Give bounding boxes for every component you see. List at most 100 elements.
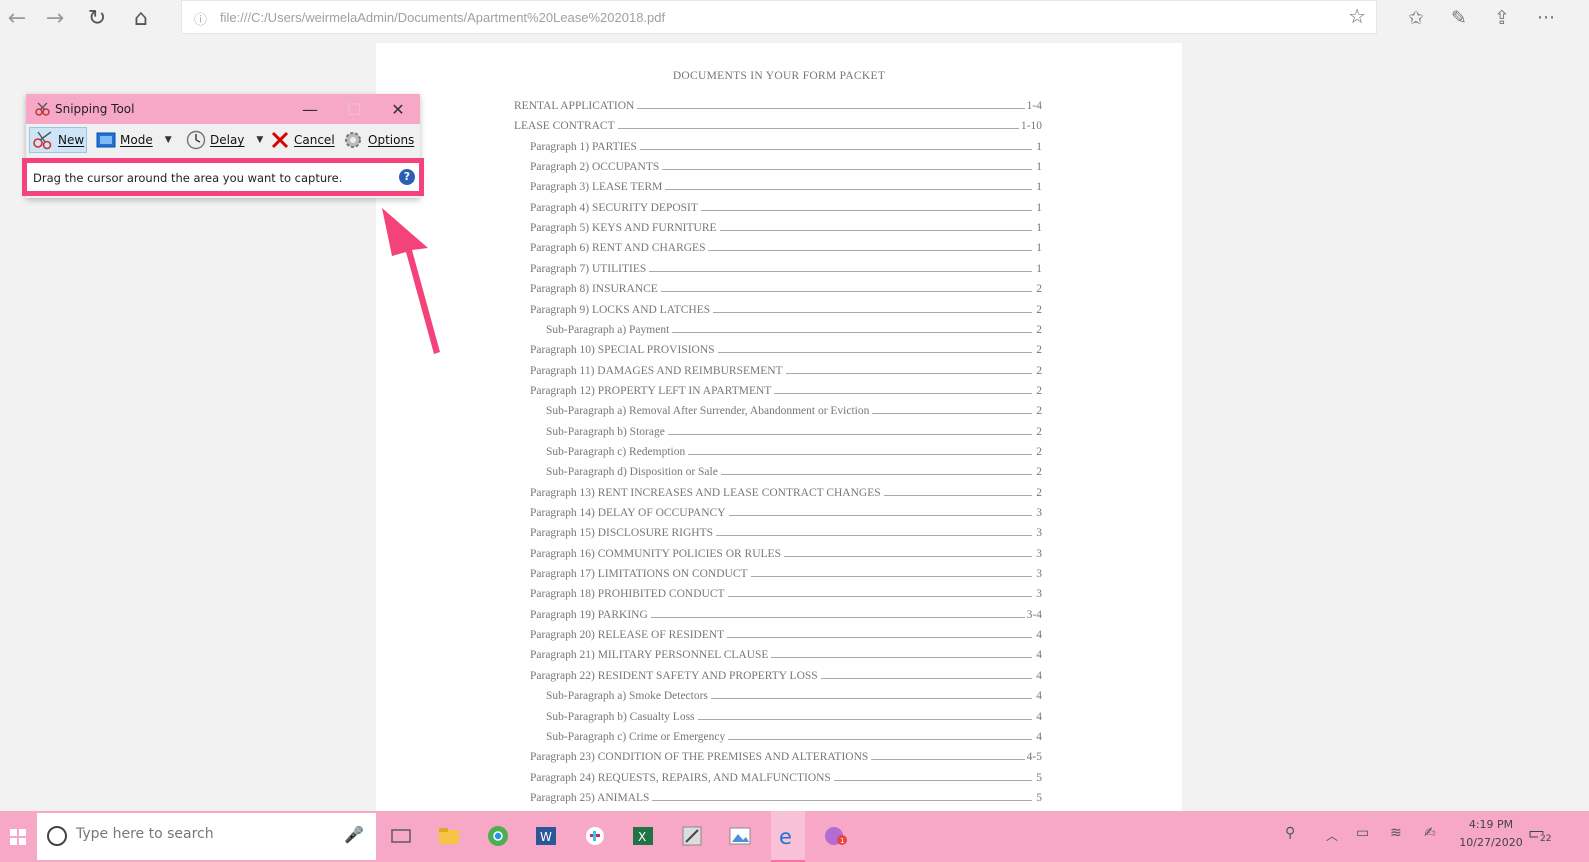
toc-entry-label: RENTAL APPLICATION	[514, 100, 635, 112]
toc-entry-label: Paragraph 6) RENT AND CHARGES	[530, 242, 706, 255]
share-icon[interactable]: ⇪	[1484, 4, 1520, 32]
toc-leader-line	[872, 413, 1032, 415]
toc-leader-line	[720, 474, 1032, 476]
toc-entry-page: 1	[1036, 262, 1042, 275]
snipping-tool-taskbar-icon[interactable]	[675, 819, 709, 853]
pen-workspace-icon[interactable]: ✍	[1424, 825, 1436, 841]
toc-leader-line	[662, 169, 1032, 171]
mode-button[interactable]: Mode ▼	[96, 127, 180, 153]
close-icon[interactable]: ✕	[376, 94, 420, 124]
chevron-up-icon[interactable]: ︿	[1326, 827, 1338, 844]
toc-entry[interactable]: Paragraph 13) RENT INCREASES AND LEASE C…	[530, 479, 1042, 499]
more-icon[interactable]: ···	[1528, 4, 1564, 32]
toc-entry-page: 4	[1036, 710, 1042, 723]
toc-entry[interactable]: Sub-Paragraph b) Storage 2	[546, 418, 1042, 438]
toc-entry[interactable]: Paragraph 5) KEYS AND FURNITURE 1	[530, 214, 1042, 234]
home-icon[interactable]: ⌂	[124, 4, 158, 32]
minimize-icon[interactable]: —	[288, 94, 332, 124]
address-url[interactable]: file:///C:/Users/weirmelaAdmin/Documents…	[220, 10, 665, 25]
toc-entry[interactable]: Paragraph 18) PROHIBITED CONDUCT 3	[530, 580, 1042, 600]
edge-browser-icon[interactable]: e	[771, 811, 805, 862]
forward-icon[interactable]: →	[38, 4, 72, 32]
toc-entry[interactable]: Sub-Paragraph c) Crime or Emergency 4	[546, 723, 1042, 743]
toc-entry[interactable]: Paragraph 24) REQUESTS, REPAIRS, AND MAL…	[530, 764, 1042, 784]
toc-entry[interactable]: Paragraph 23) CONDITION OF THE PREMISES …	[530, 743, 1042, 763]
pen-icon[interactable]: ✎	[1441, 4, 1477, 32]
task-view-icon[interactable]	[384, 819, 418, 853]
toc-entry-page: 2	[1036, 344, 1042, 357]
toc-entry[interactable]: Paragraph 25) ANIMALS 5	[530, 784, 1042, 804]
toc-entry[interactable]: Paragraph 10) SPECIAL PROVISIONS 2	[530, 336, 1042, 356]
toc-entry[interactable]: Paragraph 9) LOCKS AND LATCHES 2	[530, 296, 1042, 316]
toc-entry[interactable]: Sub-Paragraph a) Removal After Surrender…	[546, 397, 1042, 417]
help-icon[interactable]: ?	[399, 169, 415, 185]
excel-icon[interactable]: X	[626, 819, 660, 853]
toc-entry-page: 2	[1036, 364, 1042, 377]
toc-entry[interactable]: Sub-Paragraph a) Smoke Detectors 4	[546, 682, 1042, 702]
address-bar[interactable]: ⓘ file:///C:/Users/weirmelaAdmin/Documen…	[181, 0, 1377, 34]
favorite-star-icon[interactable]: ☆	[1348, 4, 1366, 28]
toc-entry[interactable]: Paragraph 1) PARTIES 1	[530, 133, 1042, 153]
toc-entry-label: Paragraph 2) OCCUPANTS	[530, 161, 660, 174]
toc-leader-line	[617, 128, 1019, 130]
toc-entry-label: Paragraph 12) PROPERTY LEFT IN APARTMENT	[530, 384, 772, 397]
toc-entry[interactable]: Paragraph 17) LIMITATIONS ON CONDUCT 3	[530, 560, 1042, 580]
toc-entry[interactable]: Paragraph 12) PROPERTY LEFT IN APARTMENT…	[530, 377, 1042, 397]
toc-entry[interactable]: Paragraph 3) LEASE TERM 1	[530, 173, 1042, 193]
info-icon[interactable]: ⓘ	[194, 9, 207, 28]
messenger-icon[interactable]: 1	[819, 819, 853, 853]
windows-start-button[interactable]	[0, 811, 36, 862]
snipping-tool-toolbar: New Mode ▼ Delay ▼ Cancel Options	[26, 124, 420, 156]
toc-entry[interactable]: Paragraph 19) PARKING 3-4	[530, 601, 1042, 621]
word-icon[interactable]: W	[529, 819, 563, 853]
chevron-down-icon[interactable]: ▼	[256, 135, 263, 145]
toc-entry[interactable]: Sub-Paragraph b) Casualty Loss 4	[546, 703, 1042, 723]
maximize-icon: ☐	[346, 99, 362, 119]
toc-entry[interactable]: Paragraph 7) UTILITIES 1	[530, 255, 1042, 275]
favorites-icon[interactable]: ✩	[1398, 4, 1434, 32]
file-explorer-icon[interactable]	[432, 819, 466, 853]
toc-entry[interactable]: Paragraph 20) RELEASE OF RESIDENT 4	[530, 621, 1042, 641]
toc-entry[interactable]: Sub-Paragraph d) Disposition or Sale 2	[546, 458, 1042, 478]
cancel-button[interactable]: Cancel	[270, 127, 336, 153]
toc-entry[interactable]: Paragraph 16) COMMUNITY POLICIES OR RULE…	[530, 540, 1042, 560]
toc-entry[interactable]: Paragraph 21) MILITARY PERSONNEL CLAUSE 4	[530, 641, 1042, 661]
toc-entry[interactable]: Paragraph 6) RENT AND CHARGES 1	[530, 234, 1042, 254]
toc-entry[interactable]: Paragraph 14) DELAY OF OCCUPANCY 3	[530, 499, 1042, 519]
toc-entry[interactable]: Sub-Paragraph a) Payment 2	[546, 316, 1042, 336]
taskbar-search-box[interactable]: Type here to search 🎤	[37, 813, 376, 860]
toc-leader-line	[637, 108, 1025, 109]
chrome-app-icon[interactable]	[481, 819, 515, 853]
back-icon[interactable]: ←	[0, 4, 34, 32]
options-button[interactable]: Options	[342, 127, 418, 153]
annotation-arrow	[382, 208, 440, 354]
toc-entry[interactable]: Paragraph 22) RESIDENT SAFETY AND PROPER…	[530, 662, 1042, 682]
refresh-icon[interactable]: ↻	[80, 4, 114, 32]
delay-button[interactable]: Delay ▼	[186, 127, 268, 153]
cortana-icon[interactable]	[47, 826, 67, 846]
toc-entry[interactable]: Paragraph 2) OCCUPANTS 1	[530, 153, 1042, 173]
photos-icon[interactable]	[723, 819, 757, 853]
toc-entry[interactable]: RENTAL APPLICATION 1-4	[514, 92, 1042, 112]
wifi-icon[interactable]: ≋	[1390, 825, 1402, 841]
slack-icon[interactable]	[578, 819, 612, 853]
chevron-down-icon[interactable]: ▼	[165, 135, 172, 145]
toc-entry[interactable]: Paragraph 11) DAMAGES AND REIMBURSEMENT 2	[530, 357, 1042, 377]
toc-entry[interactable]: Paragraph 15) DISCLOSURE RIGHTS 3	[530, 519, 1042, 539]
notification-center-icon[interactable]: ▭ 22	[1528, 823, 1554, 844]
mode-label: Mode	[120, 133, 153, 147]
microphone-icon[interactable]: 🎤	[344, 825, 364, 844]
toc-entry-label: Sub-Paragraph b) Casualty Loss	[546, 710, 695, 723]
toc-entry-label: LEASE CONTRACT	[514, 120, 615, 133]
toc-entry[interactable]: Paragraph 4) SECURITY DEPOSIT 1	[530, 194, 1042, 214]
toc-entry[interactable]: LEASE CONTRACT 1-10	[514, 112, 1042, 132]
toc-entry[interactable]: Paragraph 8) INSURANCE 2	[530, 275, 1042, 295]
toc-entry-label: Sub-Paragraph a) Removal After Surrender…	[546, 405, 870, 418]
battery-icon[interactable]: ▭	[1356, 825, 1369, 841]
new-snip-button[interactable]: New	[29, 127, 87, 153]
toc-leader-line	[639, 148, 1032, 150]
people-icon[interactable]: ⚲	[1285, 825, 1295, 841]
snipping-tool-titlebar[interactable]: Snipping Tool — ☐ ✕	[26, 94, 420, 124]
system-clock[interactable]: 4:19 PM 10/27/2020	[1455, 816, 1527, 852]
toc-entry[interactable]: Sub-Paragraph c) Redemption 2	[546, 438, 1042, 458]
